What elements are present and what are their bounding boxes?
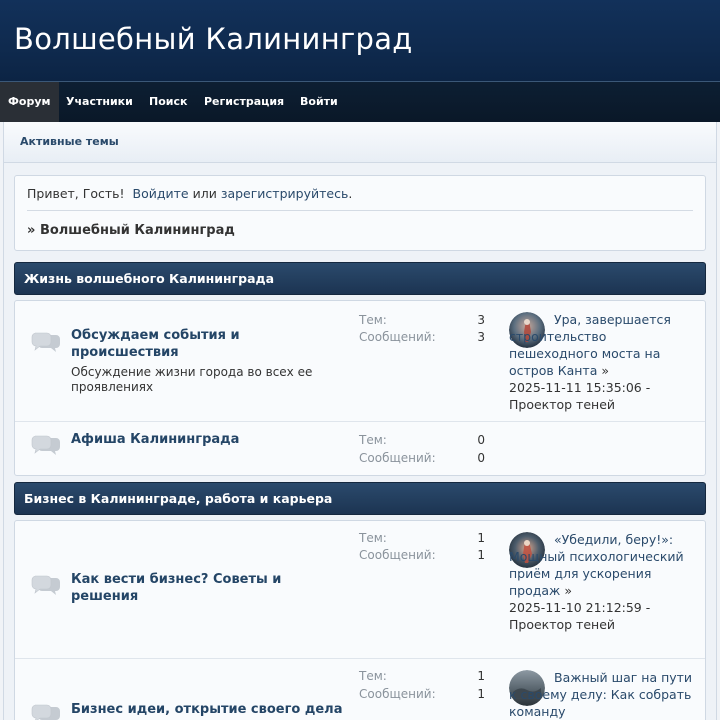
last-post-arrow: » (564, 583, 572, 598)
last-post-dash: - (645, 600, 651, 615)
main-nav: Форум Участники Поиск Регистрация Войти (0, 82, 720, 122)
board-row: Бизнес идеи, открытие своего дела Тем: 1… (15, 659, 705, 720)
nav-members[interactable]: Участники (66, 82, 133, 122)
site-title[interactable]: Волшебный Калининград (14, 22, 413, 56)
posts-label: Сообщений: (359, 330, 436, 344)
topics-label: Тем: (359, 531, 387, 545)
divider (27, 210, 693, 211)
login-link[interactable]: Войдите (133, 186, 189, 201)
last-post-info: Важный шаг на пути к своему делу: Как со… (509, 669, 694, 720)
topics-count: 1 (477, 531, 485, 545)
topics-count: 3 (477, 313, 485, 327)
posts-count: 1 (477, 687, 485, 701)
board-title[interactable]: Как вести бизнес? Советы и решения (71, 571, 331, 605)
last-post-topic-link[interactable]: «Убедили, беру!»: Мощный психологический… (509, 532, 684, 598)
nav-search[interactable]: Поиск (149, 82, 187, 122)
or-text: или (192, 186, 217, 201)
speech-bubbles-icon (31, 575, 60, 595)
breadcrumb: » Волшебный Калининград (27, 223, 235, 238)
board-row: Афиша Калининграда Тем: 0 Сообщений: 0 (15, 422, 705, 475)
last-post-dash: - (645, 380, 651, 395)
greeting: Привет, Гость! (27, 186, 125, 201)
last-post-info: «Убедили, беру!»: Мощный психологический… (509, 531, 694, 633)
welcome-text: Привет, Гость! Войдите или зарегистрируй… (27, 186, 352, 201)
breadcrumb-arrow: » (27, 223, 36, 238)
speech-bubbles-icon (31, 435, 60, 455)
active-topics-link[interactable]: Активные темы (20, 135, 119, 148)
board-title[interactable]: Афиша Калининграда (71, 431, 331, 448)
board-title[interactable]: Обсуждаем события и происшествия (71, 327, 331, 361)
nav-register[interactable]: Регистрация (204, 82, 284, 122)
category-title[interactable]: Бизнес в Калининграде, работа и карьера (24, 491, 332, 506)
speech-bubbles-icon (31, 332, 60, 352)
board-title[interactable]: Бизнес идеи, открытие своего дела (71, 701, 351, 718)
category-header: Жизнь волшебного Калининграда (14, 262, 706, 295)
last-post-date: 2025-11-10 21:12:59 (509, 600, 642, 615)
breadcrumb-home-link[interactable]: Волшебный Калининград (40, 223, 235, 238)
topics-label: Тем: (359, 313, 387, 327)
topics-label: Тем: (359, 669, 387, 683)
category-boards: Как вести бизнес? Советы и решения Тем: … (14, 520, 706, 720)
posts-label: Сообщений: (359, 451, 436, 465)
topics-count: 1 (477, 669, 485, 683)
sub-navigation: Активные темы (3, 122, 717, 163)
posts-label: Сообщений: (359, 548, 436, 562)
last-post-arrow: » (601, 363, 610, 378)
category-boards: Обсуждаем события и происшествия Обсужде… (14, 300, 706, 476)
board-row: Обсуждаем события и происшествия Обсужде… (15, 301, 705, 422)
period: . (348, 186, 353, 201)
posts-count: 3 (477, 330, 485, 344)
posts-count: 1 (477, 548, 485, 562)
last-post-author[interactable]: Проектор теней (509, 397, 615, 412)
category-title[interactable]: Жизнь волшебного Калининграда (24, 271, 274, 286)
last-post-author[interactable]: Проектор теней (509, 617, 615, 632)
posts-label: Сообщений: (359, 687, 436, 701)
register-link[interactable]: зарегистрируйтесь (221, 186, 349, 201)
topics-count: 0 (477, 433, 485, 447)
last-post-date: 2025-11-11 15:35:06 (509, 380, 642, 395)
speech-bubbles-icon (31, 704, 60, 720)
board-row: Как вести бизнес? Советы и решения Тем: … (15, 521, 705, 659)
board-description: Обсуждение жизни города во всех ее прояв… (71, 365, 313, 394)
nav-forum[interactable]: Форум (0, 82, 59, 122)
nav-login[interactable]: Войти (300, 82, 338, 122)
welcome-box: Привет, Гость! Войдите или зарегистрируй… (14, 175, 706, 251)
last-post-info: Ура, завершается строительство пешеходно… (509, 311, 694, 413)
category-header: Бизнес в Калининграде, работа и карьера (14, 482, 706, 515)
last-post-topic-link[interactable]: Важный шаг на пути к своему делу: Как со… (509, 670, 692, 719)
posts-count: 0 (477, 451, 485, 465)
topics-label: Тем: (359, 433, 387, 447)
last-post-topic-link[interactable]: Ура, завершается строительство пешеходно… (509, 312, 671, 378)
